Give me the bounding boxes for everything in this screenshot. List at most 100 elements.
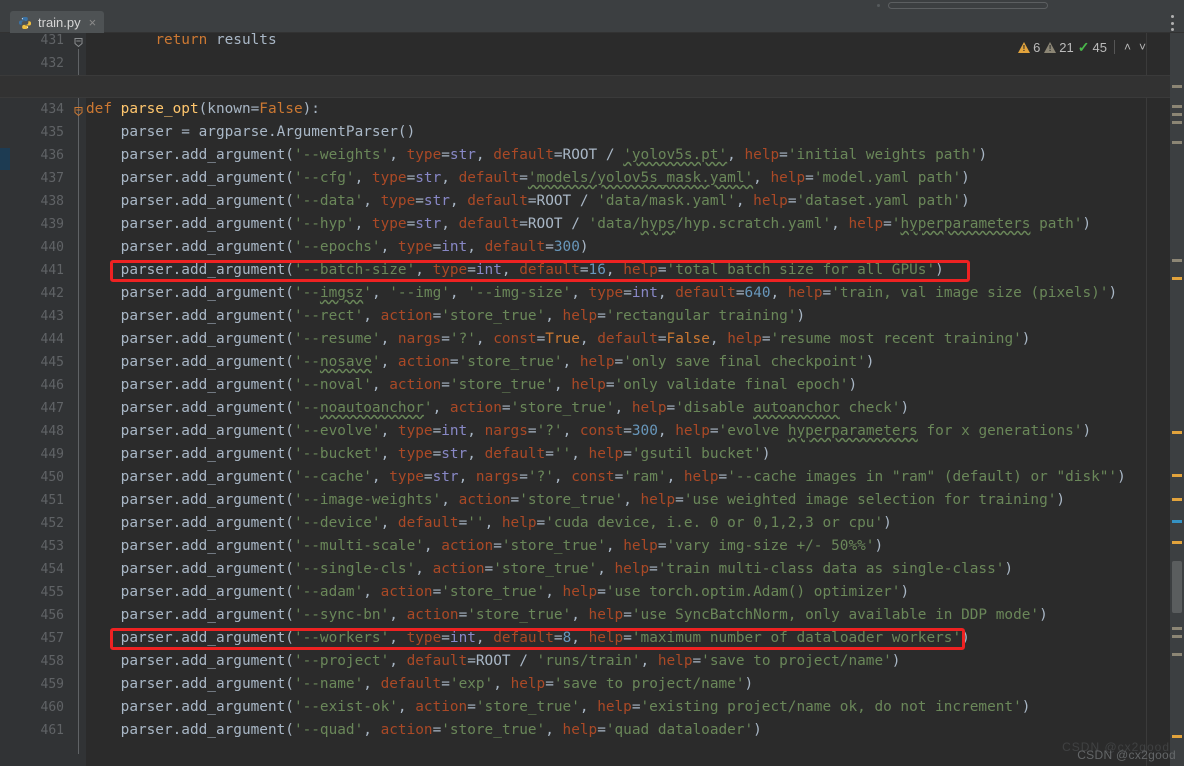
error-stripe-mark[interactable] [1172,121,1182,124]
code-line[interactable]: parser.add_argument('--evolve', type=int… [86,420,1091,443]
code-line[interactable]: parser.add_argument('--sync-bn', action=… [86,604,1048,627]
code-folding-column[interactable] [72,33,86,766]
error-stripe-mark[interactable] [1172,141,1182,144]
error-stripe-mark[interactable] [1172,277,1182,280]
code-token: 'store_true' [519,492,624,508]
code-line[interactable]: parser.add_argument('--rect', action='st… [86,305,805,328]
line-number[interactable]: 444 [8,328,64,351]
code-line[interactable]: return results [86,33,276,52]
code-line[interactable]: parser.add_argument('--imgsz', '--img', … [86,282,1117,305]
error-stripe-mark[interactable] [1172,520,1182,523]
code-line[interactable]: parser.add_argument('--device', default=… [86,512,892,535]
fold-collapse-icon-434[interactable] [73,106,84,117]
line-number[interactable]: 438 [8,190,64,213]
code-token: 'save to project/name' [701,653,892,669]
error-stripe-mark[interactable] [1172,627,1182,630]
error-stripe-mark[interactable] [1172,635,1182,638]
prev-problem-icon[interactable]: ˄ [1122,40,1133,54]
code-line[interactable]: parser.add_argument('--cfg', type=str, d… [86,167,970,190]
line-number[interactable]: 454 [8,558,64,581]
code-line[interactable]: parser.add_argument('--noval', action='s… [86,374,857,397]
error-stripe-mark[interactable] [1172,474,1182,477]
code-line[interactable]: parser.add_argument('--single-cls', acti… [86,558,1013,581]
line-number[interactable]: 458 [8,650,64,673]
next-problem-icon[interactable]: ˅ [1137,40,1148,54]
line-number[interactable]: 442 [8,282,64,305]
line-number[interactable]: 445 [8,351,64,374]
code-line[interactable]: parser.add_argument('--resume', nargs='?… [86,328,1031,351]
code-line[interactable]: parser.add_argument('--epochs', type=int… [86,236,589,259]
horizontal-scrollbar-top[interactable] [888,2,1048,9]
line-number[interactable]: 448 [8,420,64,443]
line-number[interactable]: 443 [8,305,64,328]
error-stripe-mark[interactable] [1172,735,1182,738]
code-token: '--noval' [293,377,372,393]
code-line[interactable]: parser.add_argument('--noautoanchor', ac… [86,397,909,420]
line-number[interactable]: 437 [8,167,64,190]
code-line[interactable]: parser.add_argument('--data', type=str, … [86,190,970,213]
line-number[interactable]: 440 [8,236,64,259]
code-line[interactable]: parser.add_argument('--workers', type=in… [86,627,970,650]
error-stripe-mark[interactable] [1172,105,1182,108]
line-number[interactable]: 453 [8,535,64,558]
code-line[interactable]: parser.add_argument('--multi-scale', act… [86,535,883,558]
line-number[interactable]: 441 [8,259,64,282]
line-number[interactable]: 456 [8,604,64,627]
error-stripe-mark[interactable] [1172,113,1182,116]
line-number[interactable]: 460 [8,696,64,719]
line-number[interactable]: 439 [8,213,64,236]
line-number[interactable]: 452 [8,512,64,535]
line-number[interactable]: 459 [8,673,64,696]
code-line[interactable]: parser.add_argument('--name', default='e… [86,673,754,696]
code-token: , [579,699,598,715]
fold-collapse-icon-431[interactable] [73,37,84,48]
line-number[interactable]: 455 [8,581,64,604]
error-stripe-scrollbar[interactable] [1170,33,1184,766]
code-line[interactable]: parser.add_argument('--image-weights', a… [86,489,1065,512]
more-vertical-icon[interactable] [1170,15,1174,31]
error-stripe-mark[interactable] [1172,498,1182,501]
line-number[interactable]: 450 [8,466,64,489]
line-number[interactable]: 432 [8,52,64,75]
line-number[interactable]: 436 [8,144,64,167]
line-number[interactable]: 451 [8,489,64,512]
code-line[interactable]: parser.add_argument('--nosave', action='… [86,351,875,374]
code-editor[interactable]: 4314324334344354364374384394404414424434… [0,33,1184,766]
error-stripe-mark[interactable] [1172,85,1182,88]
line-number[interactable]: 449 [8,443,64,466]
line-number[interactable]: 461 [8,719,64,742]
error-count-item[interactable]: 6 [1018,40,1040,55]
error-stripe-mark[interactable] [1172,541,1182,544]
code-line[interactable]: parser.add_argument('--weights', type=st… [86,144,987,167]
close-icon[interactable]: × [89,15,97,30]
code-line[interactable]: parser.add_argument('--bucket', type=str… [86,443,771,466]
error-stripe-mark[interactable] [1172,653,1182,656]
code-line[interactable]: parser.add_argument('--exist-ok', action… [86,696,1031,719]
line-number[interactable]: 446 [8,374,64,397]
tab-train-py[interactable]: train.py × [10,11,105,33]
code-line[interactable]: parser = argparse.ArgumentParser() [86,121,416,144]
scrollbar-thumb[interactable] [1172,561,1182,613]
code-token: '?' [527,469,554,485]
code-token: parser = argparse.ArgumentParser() [120,124,416,140]
code-line[interactable]: parser.add_argument('--quad', action='st… [86,719,762,742]
code-line[interactable]: parser.add_argument('--adam', action='st… [86,581,909,604]
code-token: 'models/yolov5s_mask.yaml' [527,170,754,186]
code-text-area[interactable]: return results def parse_opt(known=False)… [0,33,1184,766]
watermark: CSDN @cx2good [1077,748,1176,762]
line-number[interactable]: 431 [8,33,64,52]
code-token: = [805,170,814,186]
line-number[interactable]: 447 [8,397,64,420]
code-line[interactable]: parser.add_argument('--hyp', type=str, d… [86,213,1091,236]
code-line[interactable]: def parse_opt(known=False): [86,98,320,121]
warning-count-item[interactable]: 21 [1044,40,1074,55]
code-line[interactable]: parser.add_argument('--cache', type=str,… [86,466,1126,489]
line-number[interactable]: 457 [8,627,64,650]
code-line[interactable]: parser.add_argument('--project', default… [86,650,901,673]
ok-count-item[interactable]: ✓ 45 [1078,40,1107,55]
line-number[interactable]: 435 [8,121,64,144]
code-line[interactable]: parser.add_argument('--batch-size', type… [86,259,944,282]
error-stripe-mark[interactable] [1172,431,1182,434]
error-stripe-mark[interactable] [1172,259,1182,262]
line-number[interactable]: 434 [8,98,64,121]
